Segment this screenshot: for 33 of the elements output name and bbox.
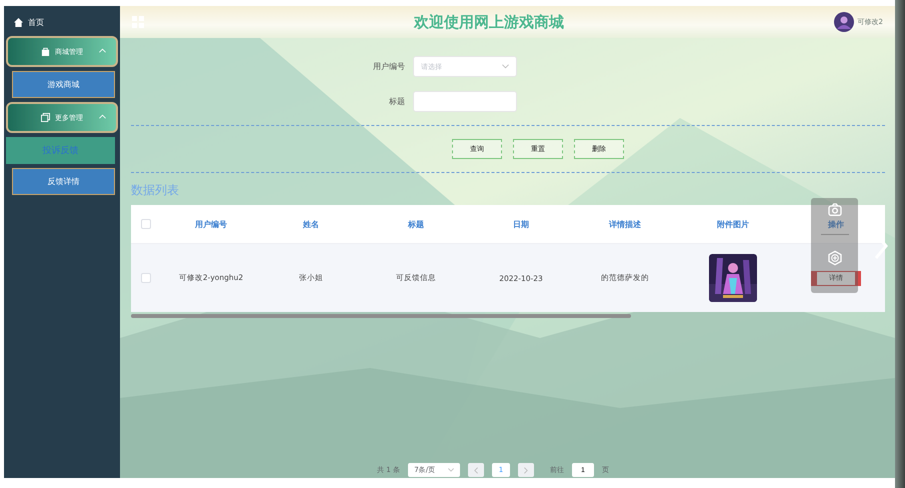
column-header: 标题: [408, 218, 424, 230]
copy-icon: [41, 113, 50, 122]
column-header: 操作: [828, 218, 844, 230]
home-icon: [14, 18, 23, 26]
caret-icon: [99, 48, 106, 53]
column-header: 详情描述: [609, 218, 641, 230]
field-label: 标题: [388, 96, 405, 107]
bag-icon: [41, 47, 50, 56]
chevron-right-icon: [524, 466, 528, 474]
previous-page-button[interactable]: [468, 463, 484, 477]
section-title: 数据列表: [131, 182, 180, 199]
submenu-item[interactable]: 游戏商城: [12, 71, 115, 98]
grid-menu-icon[interactable]: [132, 16, 144, 28]
avatar-icon[interactable]: [834, 12, 854, 32]
camera-icon[interactable]: [826, 202, 842, 218]
dropdown-icon: [448, 468, 454, 472]
dropdown-icon: [502, 64, 509, 69]
column-header: 用户编号: [195, 218, 227, 230]
checkbox[interactable]: [141, 219, 151, 229]
column-header: 姓名: [303, 218, 319, 230]
next-page-button[interactable]: [518, 463, 534, 477]
page-title: 欢迎使用网上游戏商城: [412, 12, 565, 32]
checkbox[interactable]: [141, 273, 151, 283]
caret-icon: [99, 114, 106, 119]
chevron-left-icon: [474, 466, 478, 474]
submenu-item[interactable]: 反馈详情: [12, 168, 115, 195]
column-header: 附件图片: [717, 218, 749, 230]
add-icon[interactable]: [826, 250, 842, 266]
input-field[interactable]: [413, 91, 517, 112]
scrollbar[interactable]: [131, 314, 631, 318]
menu-item[interactable]: 首页: [4, 12, 120, 32]
field-label: 用户编号: [372, 61, 405, 72]
column-header: 日期: [513, 218, 529, 230]
